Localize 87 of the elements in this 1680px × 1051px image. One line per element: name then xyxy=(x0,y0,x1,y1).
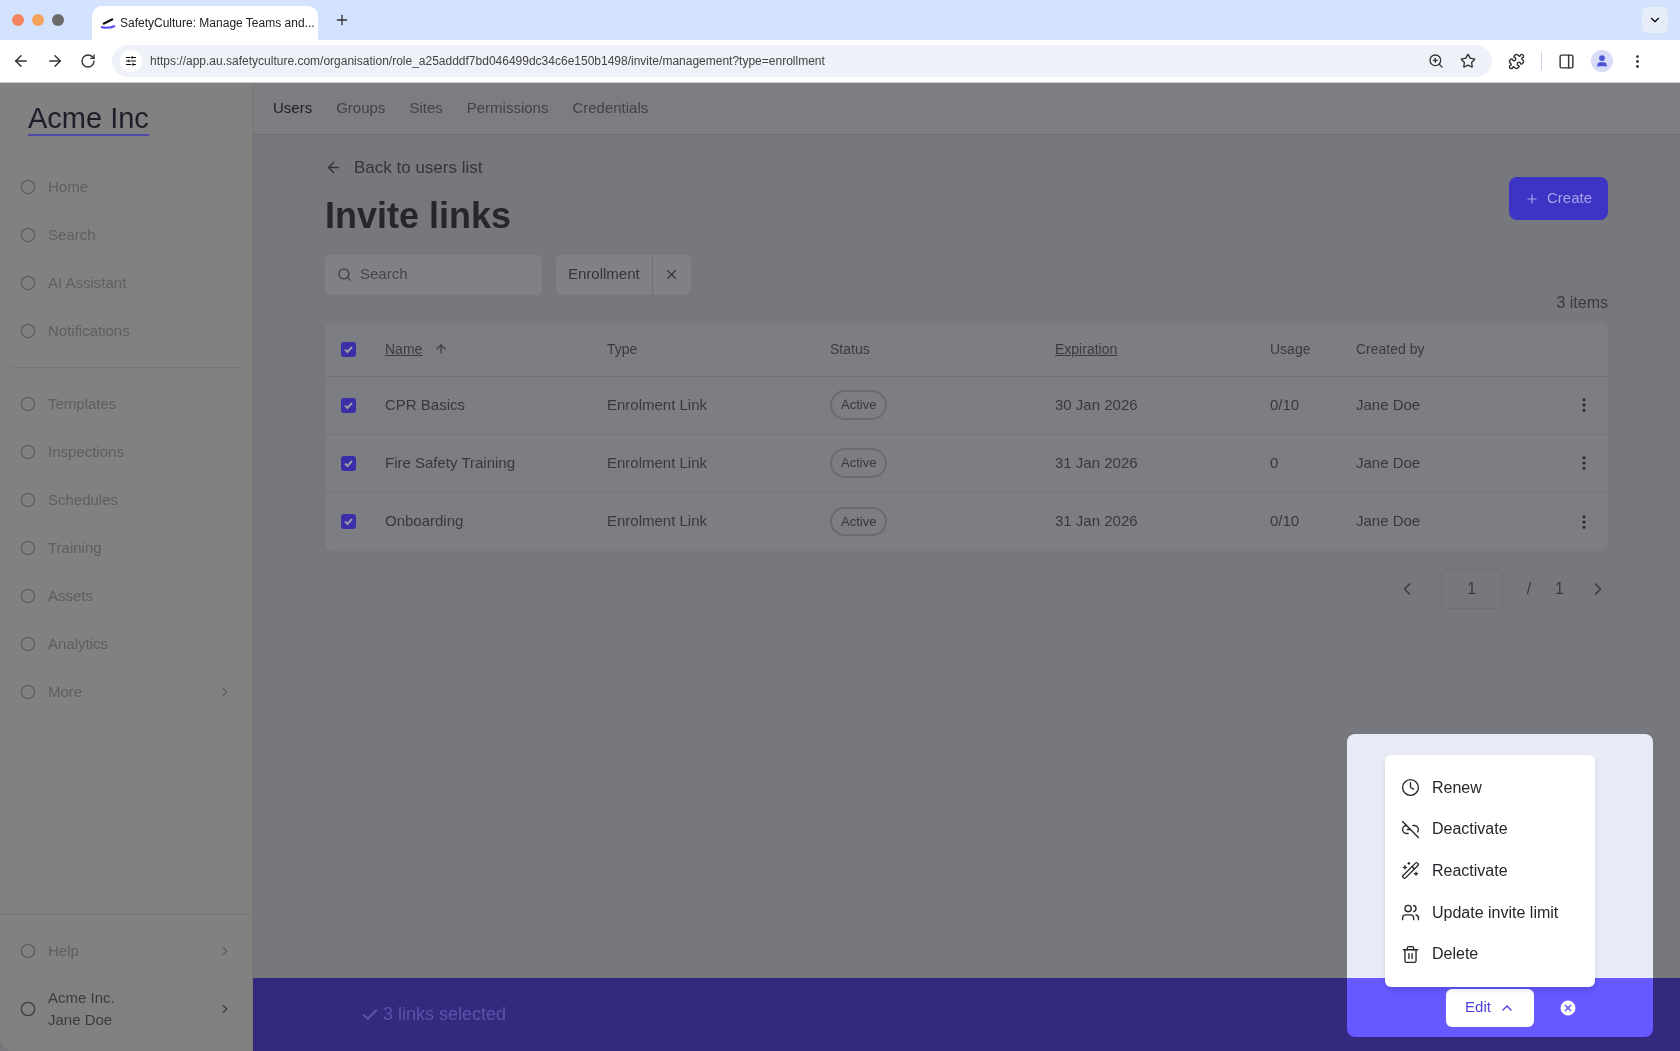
table-cell-text: Enrolment Link xyxy=(607,511,709,532)
nav-icon xyxy=(20,588,36,604)
column-header: Created by xyxy=(1356,339,1425,359)
checkbox[interactable] xyxy=(341,455,356,471)
logo: Acme Inc xyxy=(28,102,149,136)
account-switcher[interactable]: Acme Inc. Jane Doe xyxy=(8,987,244,1051)
table-cell-text: 0 xyxy=(1270,452,1280,473)
menu-item[interactable]: Delete xyxy=(1385,933,1595,975)
new-tab-icon[interactable] xyxy=(334,12,350,28)
bookmark-star-icon[interactable] xyxy=(1460,53,1476,69)
browser-tab[interactable]: SafetyCulture: Manage Teams and... xyxy=(92,6,318,40)
side-panel-icon[interactable] xyxy=(1558,52,1575,70)
nav-icon xyxy=(20,275,36,291)
search-icon xyxy=(337,267,352,282)
table-cell-text: Jane Doe xyxy=(1356,394,1422,415)
column-header: Type xyxy=(607,339,638,359)
nav-icon xyxy=(20,492,36,508)
reload-icon[interactable] xyxy=(80,53,96,69)
table-cell-text: 31 Jan 2026 xyxy=(1055,511,1139,532)
org-name: Acme Inc. xyxy=(48,988,116,1008)
menu-item[interactable]: Update invite limit xyxy=(1385,891,1595,934)
nav-icon xyxy=(20,444,36,460)
back-link[interactable]: Back to users list xyxy=(325,155,512,181)
nav-icon xyxy=(20,179,36,195)
nav-icon xyxy=(20,227,36,243)
nav-icon xyxy=(20,396,36,412)
table-cell-text: CPR Basics xyxy=(385,394,467,415)
table-cell-text: Fire Safety Training xyxy=(385,452,517,473)
nav-icon xyxy=(20,540,36,556)
status-badge: Active xyxy=(830,448,888,478)
menu-item[interactable]: Reactivate xyxy=(1385,850,1595,892)
checkbox[interactable] xyxy=(341,397,356,413)
org-icon xyxy=(20,1001,36,1017)
back-icon[interactable] xyxy=(12,52,30,70)
status-badge: Active xyxy=(830,390,888,420)
search-field[interactable]: Search xyxy=(325,254,542,295)
page-field[interactable]: 1 xyxy=(1440,568,1503,609)
nav-tab[interactable]: Permissions xyxy=(466,97,549,120)
zoom-icon[interactable] xyxy=(1428,53,1444,69)
profile-avatar[interactable] xyxy=(1591,50,1613,72)
nav-tab[interactable]: Groups xyxy=(336,97,386,120)
table-cell-text: 31 Jan 2026 xyxy=(1055,452,1139,473)
menu-item-icon xyxy=(1401,778,1420,798)
edit-button[interactable]: Edit xyxy=(1446,988,1534,1027)
site-settings-icon[interactable] xyxy=(125,55,137,67)
menu-item-icon xyxy=(1401,944,1420,964)
column-header[interactable]: Name xyxy=(385,338,449,360)
total-pages: 1 xyxy=(1555,578,1564,599)
forward-icon[interactable] xyxy=(46,52,64,70)
nav-icon xyxy=(20,636,36,652)
menu-item[interactable]: Deactivate xyxy=(1385,808,1595,851)
nav-tab[interactable]: Sites xyxy=(409,97,443,120)
column-header: Usage xyxy=(1270,339,1311,359)
user-name: Jane Doe xyxy=(48,1010,114,1030)
item-count: 3 items xyxy=(1556,292,1608,313)
close-icon[interactable] xyxy=(1558,997,1578,1018)
menu-item-icon xyxy=(1401,819,1420,839)
page-title: Invite links xyxy=(325,193,512,238)
extensions-icon[interactable] xyxy=(1508,52,1525,70)
create-button[interactable]: Create xyxy=(1509,177,1608,220)
status-badge: Active xyxy=(830,506,888,537)
column-header[interactable]: Expiration xyxy=(1055,338,1118,360)
nav-tab[interactable]: Credentials xyxy=(572,97,649,120)
table-cell-text: 0/10 xyxy=(1270,511,1301,532)
plus-icon xyxy=(1525,191,1539,206)
table-cell-text: 0/10 xyxy=(1270,394,1301,415)
table-cell-text: 30 Jan 2026 xyxy=(1055,394,1139,415)
back-link-text[interactable]: Back to users list xyxy=(354,155,483,181)
table-cell-text: Jane Doe xyxy=(1356,452,1422,473)
nav-icon xyxy=(20,943,36,959)
table-cell-text: Jane Doe xyxy=(1356,511,1422,532)
menu-item-icon xyxy=(1401,861,1420,881)
address-bar[interactable]: https://app.au.safetyculture.com/organisation/role_a25adddf7bd046499dc34c6e150b1498/invite/management?type=enrollment xyxy=(112,45,1492,77)
table-cell-text: Onboarding xyxy=(385,511,465,532)
nav-icon xyxy=(20,684,36,700)
table-cell-text: Enrolment Link xyxy=(607,394,709,415)
tab-list-button[interactable] xyxy=(1642,7,1668,33)
menu-item[interactable]: Renew xyxy=(1385,767,1595,809)
page-separator: / xyxy=(1526,578,1532,599)
table-cell-text: Enrolment Link xyxy=(607,452,709,473)
checkbox[interactable] xyxy=(341,341,356,357)
nav-tab[interactable]: Users xyxy=(273,97,313,120)
column-header: Status xyxy=(830,339,870,359)
menu-item-icon xyxy=(1401,903,1420,923)
search-input[interactable]: Search xyxy=(360,263,510,286)
checkbox[interactable] xyxy=(341,514,356,529)
nav-icon xyxy=(20,323,36,339)
